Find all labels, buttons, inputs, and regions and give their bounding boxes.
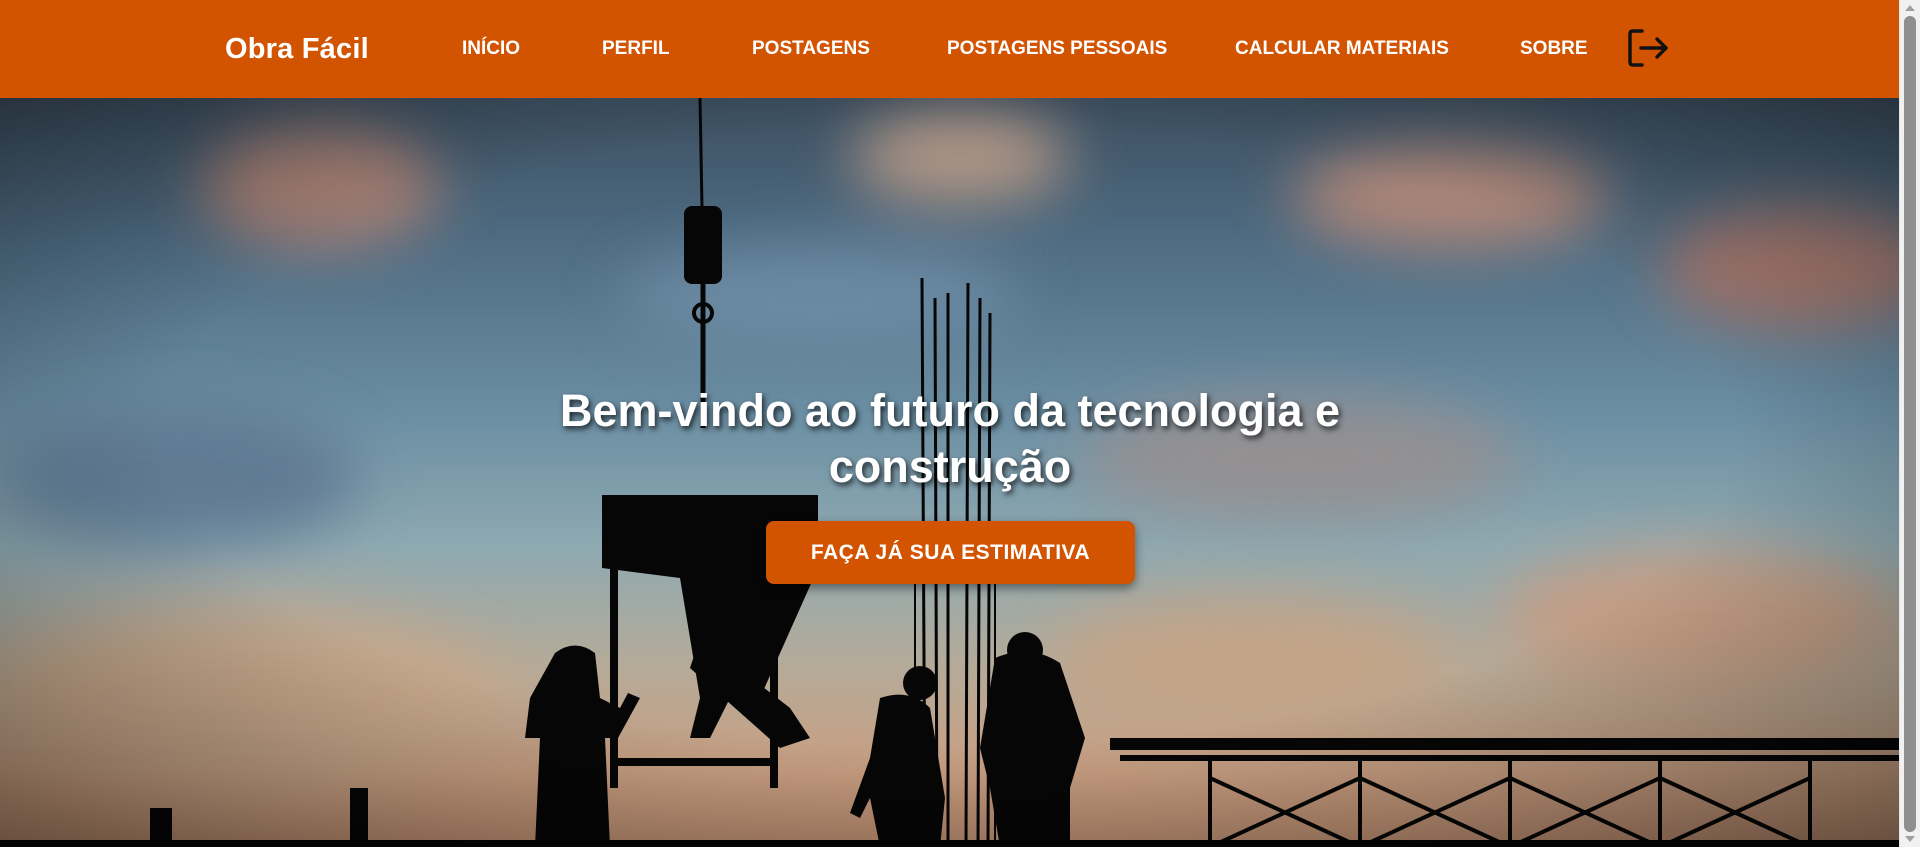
hero-title: Bem-vindo ao futuro da tecnologia e cons… bbox=[559, 385, 1341, 492]
nav-link-calcular-materiais[interactable]: CALCULAR MATERIAIS bbox=[1235, 0, 1449, 98]
hero-section: Bem-vindo ao futuro da tecnologia e cons… bbox=[0, 98, 1899, 847]
estimate-cta-button[interactable]: FAÇA JÁ SUA ESTIMATIVA bbox=[766, 521, 1135, 584]
nav-link-postagens[interactable]: POSTAGENS bbox=[752, 0, 870, 98]
scroll-up-arrow-icon[interactable] bbox=[1905, 5, 1915, 11]
nav-link-postagens-pessoais[interactable]: POSTAGENS PESSOAIS bbox=[947, 0, 1167, 98]
scrollbar-thumb[interactable] bbox=[1904, 16, 1916, 832]
nav-link-inicio[interactable]: INÍCIO bbox=[462, 0, 520, 98]
top-navbar: Obra Fácil INÍCIO PERFIL POSTAGENS POSTA… bbox=[0, 0, 1899, 98]
nav-link-perfil[interactable]: PERFIL bbox=[602, 0, 670, 98]
logout-icon[interactable] bbox=[1627, 27, 1669, 69]
nav-link-sobre[interactable]: SOBRE bbox=[1520, 0, 1588, 98]
scroll-down-arrow-icon[interactable] bbox=[1905, 836, 1915, 842]
vertical-scrollbar[interactable] bbox=[1899, 0, 1920, 847]
brand-logo[interactable]: Obra Fácil bbox=[225, 0, 369, 98]
